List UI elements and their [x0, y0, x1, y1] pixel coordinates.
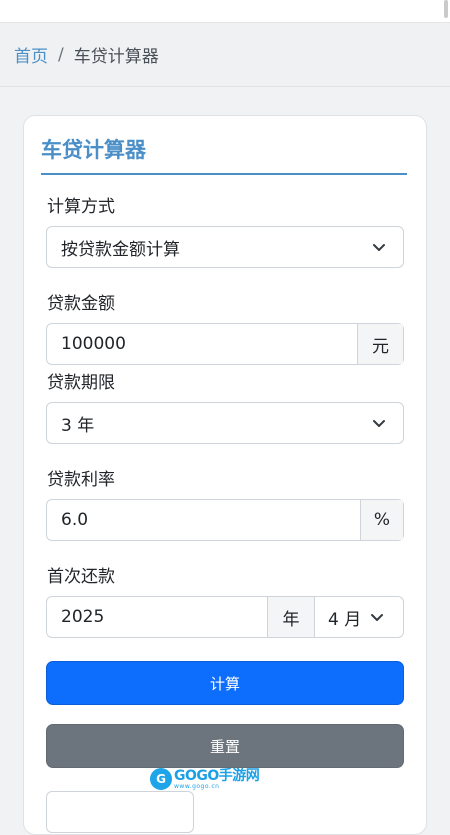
rate-input[interactable]: 6.0 [47, 500, 360, 540]
rate-unit: % [360, 500, 403, 540]
term-label: 贷款期限 [47, 373, 115, 393]
card-title: 车贷计算器 [41, 134, 407, 175]
breadcrumb: 首页 / 车贷计算器 [0, 23, 450, 87]
calculate-button[interactable]: 计算 [46, 661, 404, 705]
amount-label: 贷款金额 [47, 294, 115, 314]
method-select-value: 按贷款金额计算 [61, 239, 180, 260]
chevron-down-icon [373, 420, 385, 427]
amount-input-group: 100000 元 [46, 323, 404, 365]
reset-button[interactable]: 重置 [46, 724, 404, 768]
first-payment-year-unit: 年 [267, 597, 314, 637]
rate-label: 贷款利率 [47, 470, 115, 490]
calculator-card: 车贷计算器 计算方式 按贷款金额计算 贷款金额 100000 元 贷款期限 3 … [23, 115, 427, 835]
watermark-text: GOGO手游网 [174, 767, 260, 784]
top-bar [0, 0, 450, 23]
chevron-down-icon [371, 614, 384, 621]
result-box [46, 791, 194, 833]
first-payment-label: 首次还款 [47, 567, 115, 587]
watermark: G GOGO手游网 www.gogo.cn [150, 767, 260, 790]
amount-unit: 元 [357, 324, 403, 364]
watermark-text-block: GOGO手游网 www.gogo.cn [174, 767, 260, 790]
breadcrumb-separator: / [58, 44, 64, 65]
top-scrollbar[interactable] [444, 0, 448, 18]
amount-input[interactable]: 100000 [47, 324, 357, 364]
method-select[interactable]: 按贷款金额计算 [46, 226, 404, 268]
term-select[interactable]: 3 年 [46, 402, 404, 444]
month-select-value: 4 月 [328, 609, 362, 630]
breadcrumb-home-link[interactable]: 首页 [14, 42, 48, 67]
first-payment-month-select[interactable]: 4 月 [314, 597, 403, 637]
breadcrumb-current: 车贷计算器 [73, 47, 159, 67]
term-select-value: 3 年 [61, 415, 95, 436]
first-payment-year-input[interactable]: 2025 [47, 597, 267, 637]
page-scrollbar[interactable] [446, 88, 450, 800]
rate-input-group: 6.0 % [46, 499, 404, 541]
watermark-sub: www.gogo.cn [174, 782, 220, 790]
first-payment-group: 2025 年 4 月 [46, 596, 404, 638]
chevron-down-icon [373, 244, 385, 251]
method-label: 计算方式 [47, 197, 115, 217]
watermark-logo-icon: G [150, 768, 172, 790]
